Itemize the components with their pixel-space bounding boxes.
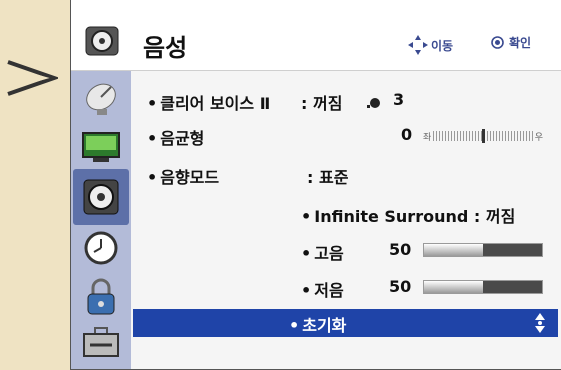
ok-hint: 확인 [491, 34, 531, 51]
bass-value: 50 [389, 277, 412, 296]
speaker-icon [85, 26, 119, 56]
ok-button-icon [491, 36, 504, 49]
sound-mode-value: : 표준 [307, 168, 349, 187]
bass-item[interactable]: • 저음 [301, 277, 344, 301]
toolbox-icon [83, 327, 119, 357]
menu-header: 음성 이동 확인 [71, 0, 561, 71]
reset-label: 초기화 [302, 316, 347, 335]
sidebar-item-time[interactable] [79, 226, 123, 270]
clear-voice-label: 클리어 보이스 Ⅱ [160, 94, 271, 113]
sidebar-item-sound[interactable] [73, 169, 129, 225]
treble-label: 고음 [314, 244, 344, 263]
speaker-icon [83, 179, 119, 215]
balance-item[interactable]: • 음균형 [147, 125, 204, 149]
clear-voice-value: : 꺼짐 [301, 94, 343, 113]
treble-item[interactable]: • 고음 [301, 240, 344, 264]
treble-value: 50 [389, 240, 412, 259]
up-down-arrows-icon [535, 313, 545, 333]
treble-slider-fill [424, 244, 483, 256]
reset-label-wrap: • 초기화 [289, 316, 347, 335]
menu-title: 음성 [143, 34, 188, 62]
balance-value: 0 [401, 125, 413, 144]
sidebar-item-lock[interactable] [79, 275, 123, 319]
clock-icon [84, 231, 118, 265]
surround-item[interactable]: • Infinite Surround : 꺼짐 [301, 203, 515, 227]
slider-remaining [483, 244, 542, 256]
sound-mode-label: 음향모드 [160, 168, 220, 187]
balance-right-label: 우 [534, 132, 543, 143]
balance-ticks [433, 129, 533, 143]
slider-remaining [483, 281, 542, 293]
satellite-dish-icon [86, 83, 116, 115]
balance-slider[interactable]: 좌 우 [423, 129, 543, 143]
sidebar [71, 71, 131, 369]
bass-slider[interactable] [423, 280, 543, 294]
surround-label: Infinite Surround [314, 207, 469, 226]
treble-slider[interactable] [423, 243, 543, 257]
bass-label: 저음 [314, 281, 344, 300]
clear-voice-level: 3 [393, 90, 405, 109]
surround-value: : 꺼짐 [473, 207, 516, 226]
balance-marker [482, 129, 485, 143]
sound-menu-panel: 음성 이동 확인 • 클리어 보이스 Ⅱ: 꺼짐 3 • 음균형 0 좌 우 … [70, 0, 561, 370]
sidebar-item-picture[interactable] [79, 126, 123, 170]
voice-level-icon [367, 98, 380, 108]
lock-icon [87, 278, 115, 315]
balance-label: 음균형 [160, 129, 205, 148]
sound-mode-item[interactable]: • 음향모드 [147, 164, 219, 188]
sidebar-item-option[interactable] [79, 321, 123, 365]
move-hint-label: 이동 [431, 38, 454, 53]
balance-left-label: 좌 [423, 132, 432, 143]
nav-chevron-icon [7, 60, 58, 96]
sidebar-item-channel[interactable] [79, 77, 123, 121]
reset-item[interactable]: • 초기화 [133, 309, 558, 337]
monitor-icon [82, 132, 120, 162]
move-hint: 이동 [407, 34, 453, 56]
dpad-icon [408, 35, 428, 55]
ok-hint-label: 확인 [509, 36, 532, 50]
bass-slider-fill [424, 281, 483, 293]
clear-voice-item[interactable]: • 클리어 보이스 Ⅱ [147, 90, 270, 114]
